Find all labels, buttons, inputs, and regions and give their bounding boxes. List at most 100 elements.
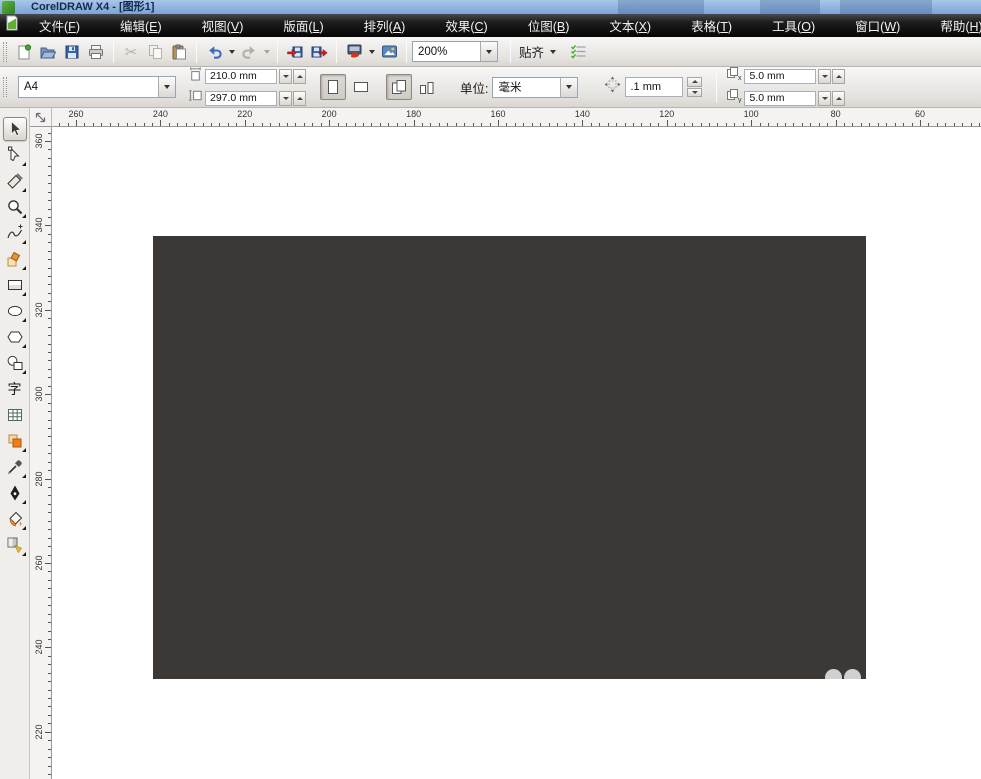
units-combobox[interactable]: 毫米 xyxy=(492,77,578,98)
paper-height-field[interactable] xyxy=(205,91,277,106)
undo-dropdown[interactable] xyxy=(226,40,237,64)
welcome-screen-button[interactable] xyxy=(377,40,401,64)
landscape-button[interactable] xyxy=(348,74,374,100)
duplicate-x-field[interactable] xyxy=(744,69,816,84)
shape-tool[interactable] xyxy=(3,143,27,167)
print-button[interactable] xyxy=(84,40,108,64)
menu-item-0[interactable]: 文件(F) xyxy=(30,13,89,38)
crop-tool[interactable] xyxy=(3,169,27,193)
menu-item-7[interactable]: 文本(X) xyxy=(600,13,660,38)
new-document-button[interactable] xyxy=(12,40,36,64)
ruler-tick xyxy=(177,123,178,126)
ruler-tick xyxy=(869,123,870,126)
snap-to-dropdown[interactable] xyxy=(547,40,558,64)
ruler-tick xyxy=(464,123,465,126)
paste-button[interactable] xyxy=(167,40,191,64)
spin-up-button[interactable] xyxy=(832,69,845,84)
placed-image[interactable] xyxy=(153,236,866,679)
spin-down-button[interactable] xyxy=(818,91,831,106)
menu-item-1[interactable]: 编辑(E) xyxy=(111,13,171,38)
menu-item-4[interactable]: 排列(A) xyxy=(355,13,415,38)
menu-item-3[interactable]: 版面(L) xyxy=(274,13,332,38)
copy-button[interactable] xyxy=(143,40,167,64)
blend-tool[interactable] xyxy=(3,429,27,453)
paper-preset-combobox[interactable]: A4 xyxy=(18,76,176,98)
duplicate-y-spinner[interactable] xyxy=(818,91,845,106)
ruler-tick xyxy=(236,123,237,126)
spin-up-button[interactable] xyxy=(293,91,306,106)
toolbar-grip[interactable] xyxy=(3,42,7,62)
spin-down-button[interactable] xyxy=(818,69,831,84)
zoom-tool[interactable] xyxy=(3,195,27,219)
application-launcher-dropdown[interactable] xyxy=(366,40,377,64)
ruler-tick xyxy=(48,706,51,707)
drawing-canvas[interactable] xyxy=(52,127,981,779)
export-button[interactable] xyxy=(307,40,331,64)
save-button[interactable] xyxy=(60,40,84,64)
rectangle-tool[interactable] xyxy=(3,273,27,297)
smart-fill-tool[interactable] xyxy=(3,247,27,271)
chevron-down-icon xyxy=(369,50,375,54)
spin-down-button[interactable] xyxy=(687,88,702,98)
redo-button[interactable] xyxy=(237,40,261,64)
ruler-tick xyxy=(48,538,51,539)
paper-height-spinner[interactable] xyxy=(279,91,306,106)
vertical-ruler[interactable]: 360340320300280260240220 xyxy=(30,127,52,779)
paper-width-spinner[interactable] xyxy=(279,69,306,84)
chevron-down-icon xyxy=(486,50,492,54)
duplicate-x-spinner[interactable] xyxy=(818,69,845,84)
all-pages-button[interactable] xyxy=(386,74,412,100)
menu-item-8[interactable]: 表格(T) xyxy=(682,13,741,38)
import-button[interactable] xyxy=(283,40,307,64)
paper-preset-dropdown[interactable] xyxy=(158,77,175,97)
propbar-grip[interactable] xyxy=(3,77,7,97)
portrait-button[interactable] xyxy=(320,74,346,100)
basic-shapes-tool[interactable] xyxy=(3,351,27,375)
menu-item-6[interactable]: 位图(B) xyxy=(519,13,579,38)
paper-width-field[interactable] xyxy=(205,69,277,84)
nudge-spinner[interactable] xyxy=(687,77,702,97)
fill-tool[interactable] xyxy=(3,507,27,531)
toolbar-separator xyxy=(113,41,114,63)
menu-item-2[interactable]: 视图(V) xyxy=(193,13,253,38)
menu-item-10[interactable]: 窗口(W) xyxy=(846,13,909,38)
open-button[interactable] xyxy=(36,40,60,64)
menu-item-5[interactable]: 效果(C) xyxy=(436,13,496,38)
zoom-dropdown-button[interactable] xyxy=(480,42,497,61)
table-tool[interactable] xyxy=(3,403,27,427)
cut-button[interactable]: ✂ xyxy=(119,40,143,64)
ruler-tick xyxy=(48,411,51,412)
polygon-tool[interactable] xyxy=(3,325,27,349)
interactive-fill-tool[interactable] xyxy=(3,533,27,557)
duplicate-y-field[interactable] xyxy=(744,91,816,106)
eyedropper-tool[interactable] xyxy=(3,455,27,479)
freehand-tool[interactable] xyxy=(3,221,27,245)
ruler-tick xyxy=(912,123,913,126)
ruler-tick xyxy=(48,344,51,345)
undo-button[interactable] xyxy=(202,40,226,64)
nudge-offset-field[interactable] xyxy=(625,77,683,97)
snap-to-button[interactable]: 贴齐 xyxy=(516,40,558,64)
spin-down-button[interactable] xyxy=(279,69,292,84)
application-launcher-button[interactable] xyxy=(342,40,366,64)
options-button[interactable] xyxy=(566,40,590,64)
redo-dropdown[interactable] xyxy=(261,40,272,64)
current-page-button[interactable] xyxy=(414,74,440,100)
menu-item-11[interactable]: 帮助(H) xyxy=(931,13,981,38)
spin-down-button[interactable] xyxy=(279,91,292,106)
units-dropdown[interactable] xyxy=(560,78,577,97)
zoom-level-combobox[interactable]: 200% xyxy=(412,41,498,62)
ruler-origin[interactable] xyxy=(30,108,52,127)
spin-up-button[interactable] xyxy=(293,69,306,84)
outline-pen-tool[interactable] xyxy=(3,481,27,505)
menu-item-9[interactable]: 工具(O) xyxy=(763,13,824,38)
text-tool[interactable]: 字 xyxy=(3,377,27,401)
units-label: 单位: xyxy=(460,78,488,97)
horizontal-ruler[interactable]: 2602402202001801601401201008060 xyxy=(52,108,981,127)
ellipse-tool[interactable] xyxy=(3,299,27,323)
ruler-tick xyxy=(48,690,51,691)
spin-up-button[interactable] xyxy=(832,91,845,106)
pick-tool[interactable] xyxy=(3,117,27,141)
ruler-tick xyxy=(48,571,51,572)
spin-up-button[interactable] xyxy=(687,77,702,87)
